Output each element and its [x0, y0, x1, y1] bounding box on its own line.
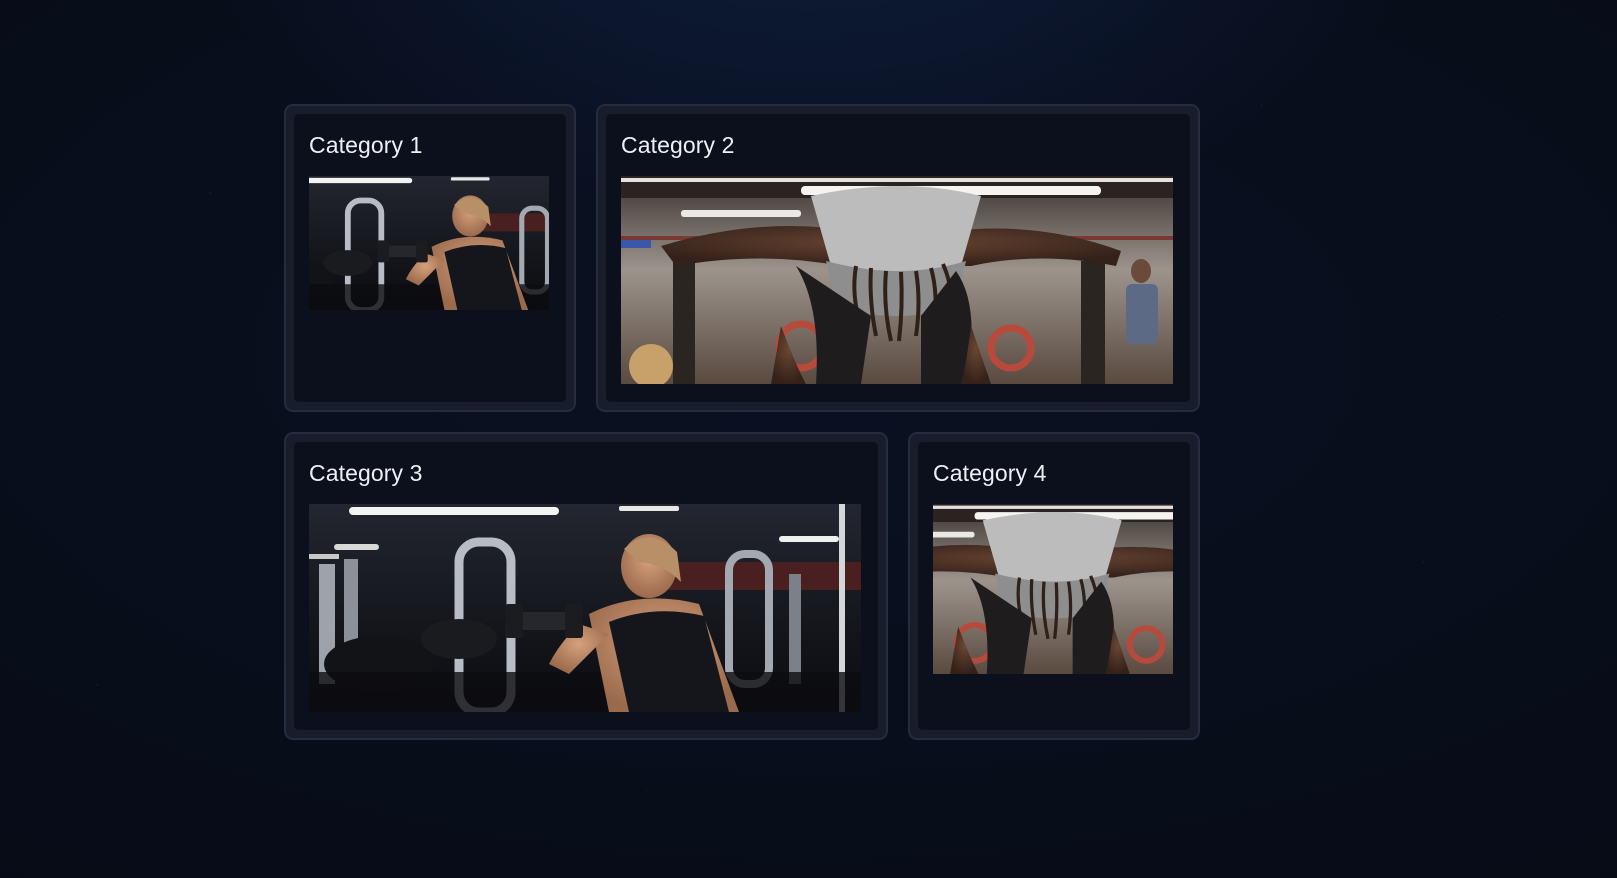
- category-card-body: Category 1: [294, 114, 566, 402]
- category-card-body: Category 2: [606, 114, 1190, 402]
- category-title: Category 3: [309, 460, 423, 486]
- category-card-body: Category 3: [294, 442, 878, 730]
- man-leaning-bars-gym-photo[interactable]: [621, 176, 1173, 384]
- category-title: Category 4: [933, 460, 1047, 486]
- woman-dumbbell-gym-photo[interactable]: [309, 504, 861, 712]
- category-card-body: Category 4: [918, 442, 1190, 730]
- woman-dumbbell-gym-photo[interactable]: [309, 176, 549, 310]
- category-card-1[interactable]: Category 1: [284, 104, 576, 412]
- category-card-2[interactable]: Category 2: [596, 104, 1200, 412]
- category-card-4[interactable]: Category 4: [908, 432, 1200, 740]
- man-leaning-bars-gym-photo[interactable]: [933, 504, 1173, 674]
- category-title: Category 1: [309, 132, 423, 158]
- category-title: Category 2: [621, 132, 735, 158]
- category-card-3[interactable]: Category 3: [284, 432, 888, 740]
